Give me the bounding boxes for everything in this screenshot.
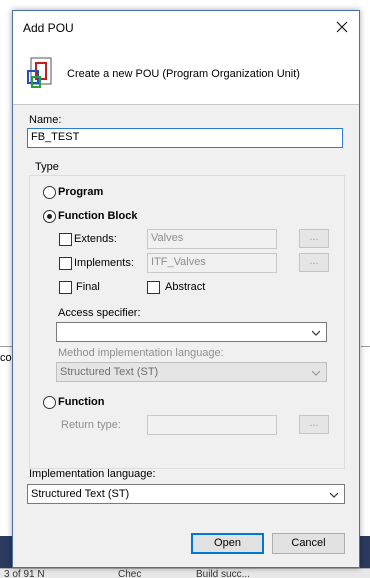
chevron-down-icon bbox=[312, 370, 320, 376]
title-bar: Add POU bbox=[13, 11, 359, 43]
implementation-language-select[interactable]: Structured Text (ST) bbox=[27, 484, 345, 504]
close-button[interactable] bbox=[325, 11, 359, 43]
abstract-checkbox[interactable] bbox=[147, 281, 160, 294]
implements-input[interactable]: ITF_Valves bbox=[147, 253, 277, 273]
method-language-value: Structured Text (ST) bbox=[60, 366, 159, 378]
background-status-text-1: 3 of 91 N bbox=[4, 569, 45, 578]
background-left-text: co bbox=[0, 352, 12, 364]
function-block-radio[interactable] bbox=[43, 210, 56, 223]
final-checkbox[interactable] bbox=[59, 281, 72, 294]
background-status-bar: 3 of 91 N Chec Build succ... bbox=[0, 568, 370, 578]
implements-label: Implements: bbox=[74, 257, 134, 269]
implements-checkbox[interactable] bbox=[59, 257, 72, 270]
background-status-text-3: Build succ... bbox=[196, 569, 250, 578]
chevron-down-icon bbox=[330, 492, 338, 498]
access-specifier-select[interactable] bbox=[56, 322, 327, 342]
program-label[interactable]: Program bbox=[58, 186, 103, 198]
background-right-panel bbox=[361, 346, 370, 536]
pou-icon bbox=[27, 57, 52, 88]
background-status-text-2: Chec bbox=[118, 569, 142, 578]
implementation-language-value: Structured Text (ST) bbox=[31, 488, 130, 500]
dialog-title: Add POU bbox=[23, 21, 74, 35]
extends-browse-button[interactable]: ... bbox=[299, 229, 329, 248]
method-language-label: Method implementation language: bbox=[58, 347, 224, 359]
return-type-input[interactable] bbox=[147, 415, 277, 435]
return-type-browse-button[interactable]: ... bbox=[299, 415, 329, 434]
name-input[interactable]: FB_TEST bbox=[27, 128, 343, 148]
abstract-label: Abstract bbox=[165, 281, 206, 293]
cancel-button[interactable]: Cancel bbox=[272, 533, 345, 554]
function-block-label[interactable]: Function Block bbox=[58, 210, 137, 222]
final-label: Final bbox=[76, 281, 100, 293]
name-label: Name: bbox=[29, 114, 62, 126]
type-group-title: Type bbox=[33, 161, 61, 173]
program-radio[interactable] bbox=[43, 186, 56, 199]
function-radio[interactable] bbox=[43, 396, 56, 409]
implements-browse-button[interactable]: ... bbox=[299, 253, 329, 272]
dialog-header: Create a new POU (Program Organization U… bbox=[13, 43, 359, 105]
extends-label: Extends: bbox=[74, 233, 117, 245]
access-specifier-label: Access specifier: bbox=[58, 307, 141, 319]
function-label[interactable]: Function bbox=[58, 396, 104, 408]
chevron-down-icon bbox=[312, 330, 320, 336]
extends-checkbox[interactable] bbox=[59, 233, 72, 246]
add-pou-dialog: Add POU Create a new POU (Program Organi… bbox=[12, 10, 360, 568]
header-description: Create a new POU (Program Organization U… bbox=[67, 68, 300, 80]
extends-input[interactable]: Valves bbox=[147, 229, 277, 249]
method-language-select[interactable]: Structured Text (ST) bbox=[56, 362, 327, 382]
open-button[interactable]: Open bbox=[191, 533, 264, 554]
close-icon bbox=[336, 21, 348, 33]
implementation-language-label: Implementation language: bbox=[29, 468, 156, 480]
return-type-label: Return type: bbox=[61, 419, 121, 431]
